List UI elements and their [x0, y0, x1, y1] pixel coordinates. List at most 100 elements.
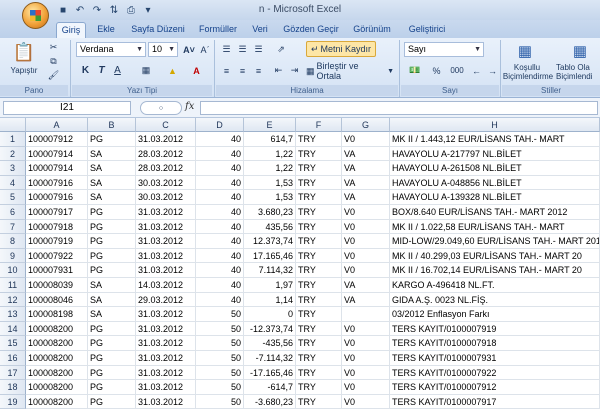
format-as-table-label-1[interactable]: Tablo Ola	[556, 63, 600, 72]
cell-a[interactable]: 100007922	[26, 248, 88, 264]
cell-a[interactable]: 100008200	[26, 351, 88, 366]
cell-f[interactable]: TRY	[296, 307, 342, 322]
cell-c[interactable]: 31.03.2012	[136, 321, 196, 337]
cell-b[interactable]: PG	[88, 132, 136, 147]
row-header[interactable]: 12	[0, 292, 26, 308]
cell-e[interactable]: 7.114,32	[244, 263, 296, 278]
column-header-e[interactable]: E	[244, 118, 296, 132]
spreadsheet-grid[interactable]: A B C D E F G H 1 100007912 PG 31.03.2012 40 614,7 TRY…	[0, 118, 600, 410]
cell-a[interactable]: 100008198	[26, 307, 88, 322]
orientation-icon[interactable]: ⇗	[272, 43, 290, 56]
column-header-a[interactable]: A	[26, 118, 88, 132]
cell-e[interactable]: 1,22	[244, 161, 296, 176]
cell-c[interactable]: 31.03.2012	[136, 380, 196, 395]
select-all-corner[interactable]	[0, 118, 26, 132]
increase-decimal-icon[interactable]: ←	[470, 64, 483, 77]
cell-a[interactable]: 100007917	[26, 205, 88, 220]
cell-g[interactable]: VA	[342, 175, 390, 191]
font-color-icon[interactable]: A	[190, 64, 203, 77]
row-header[interactable]: 17	[0, 365, 26, 381]
cell-h[interactable]: MK II / 1.443,12 EUR/LİSANS TAH.- MART	[390, 132, 600, 147]
merge-center-button[interactable]: ▦ Birleştir ve Ortala ▼	[306, 61, 394, 81]
cell-f[interactable]: TRY	[296, 234, 342, 249]
cell-g[interactable]: V0	[342, 336, 390, 351]
row-header[interactable]: 18	[0, 380, 26, 395]
cell-f[interactable]: TRY	[296, 336, 342, 351]
cell-g[interactable]: V0	[342, 234, 390, 249]
cell-c[interactable]: 31.03.2012	[136, 219, 196, 235]
cell-f[interactable]: TRY	[296, 394, 342, 410]
row-header[interactable]: 3	[0, 161, 26, 176]
cell-b[interactable]: SA	[88, 292, 136, 308]
cell-b[interactable]: PG	[88, 234, 136, 249]
cell-g[interactable]: VA	[342, 146, 390, 162]
column-header-b[interactable]: B	[88, 118, 136, 132]
cell-b[interactable]: PG	[88, 219, 136, 235]
cell-c[interactable]: 31.03.2012	[136, 234, 196, 249]
align-right-icon[interactable]: ≡	[252, 64, 265, 77]
name-box[interactable]: I21	[3, 101, 131, 115]
row-header[interactable]: 10	[0, 263, 26, 278]
cell-c[interactable]: 28.03.2012	[136, 161, 196, 176]
cell-c[interactable]: 29.03.2012	[136, 292, 196, 308]
cell-h[interactable]: BOX/8.640 EUR/LİSANS TAH.- MART 2012	[390, 205, 600, 220]
format-as-table-label-2[interactable]: Biçimlendi	[556, 72, 600, 81]
cell-c[interactable]: 31.03.2012	[136, 351, 196, 366]
cell-f[interactable]: TRY	[296, 278, 342, 293]
cell-f[interactable]: TRY	[296, 263, 342, 278]
tab-veri[interactable]: Veri	[248, 22, 272, 38]
cell-f[interactable]: TRY	[296, 292, 342, 308]
column-header-f[interactable]: F	[296, 118, 342, 132]
cell-a[interactable]: 100007916	[26, 190, 88, 205]
conditional-formatting-label-2[interactable]: Biçimlendirme	[502, 72, 554, 81]
font-name-select[interactable]: Verdana ▼	[76, 42, 146, 57]
row-header[interactable]: 2	[0, 146, 26, 162]
cell-a[interactable]: 100007918	[26, 219, 88, 235]
number-format-select[interactable]: Sayı ▼	[404, 42, 484, 57]
shrink-font-icon[interactable]: Aˊ	[198, 43, 212, 56]
align-left-icon[interactable]: ≡	[220, 64, 233, 77]
cell-c[interactable]: 31.03.2012	[136, 394, 196, 410]
cell-a[interactable]: 100007912	[26, 132, 88, 147]
cell-d[interactable]: 50	[196, 365, 244, 381]
cell-e[interactable]: 435,56	[244, 219, 296, 235]
cell-b[interactable]: PG	[88, 365, 136, 381]
row-header[interactable]: 19	[0, 394, 26, 410]
cell-g[interactable]: V0	[342, 263, 390, 278]
cell-d[interactable]: 40	[196, 292, 244, 308]
column-header-d[interactable]: D	[196, 118, 244, 132]
cell-g[interactable]: V0	[342, 205, 390, 220]
cell-c[interactable]: 30.03.2012	[136, 190, 196, 205]
row-header[interactable]: 8	[0, 234, 26, 249]
cell-f[interactable]: TRY	[296, 365, 342, 381]
align-top-icon[interactable]: ☰	[220, 43, 233, 56]
cell-h[interactable]: KARGO A-496418 NL.FT.	[390, 278, 600, 293]
cell-f[interactable]: TRY	[296, 132, 342, 147]
cell-h[interactable]: HAVAYOLU A-048856 NL.BİLET	[390, 175, 600, 191]
insert-function-icon[interactable]: fx	[185, 101, 194, 112]
align-center-icon[interactable]: ≡	[236, 64, 249, 77]
cell-h[interactable]: MID-LOW/29.049,60 EUR/LİSANS TAH.- MART …	[390, 234, 600, 249]
cell-b[interactable]: SA	[88, 190, 136, 205]
row-header[interactable]: 6	[0, 205, 26, 220]
column-header-c[interactable]: C	[136, 118, 196, 132]
cell-a[interactable]: 100007914	[26, 161, 88, 176]
cell-a[interactable]: 100008200	[26, 321, 88, 337]
tab-gelistirici[interactable]: Geliştirici	[402, 22, 452, 38]
percent-button[interactable]: %	[430, 64, 443, 77]
cell-b[interactable]: SA	[88, 307, 136, 322]
cell-d[interactable]: 50	[196, 336, 244, 351]
formula-input[interactable]	[200, 101, 598, 115]
cell-c[interactable]: 30.03.2012	[136, 175, 196, 191]
cell-e[interactable]: 1,14	[244, 292, 296, 308]
cell-e[interactable]: 1,97	[244, 278, 296, 293]
cell-a[interactable]: 100008039	[26, 278, 88, 293]
cell-g[interactable]: V0	[342, 365, 390, 381]
office-button[interactable]	[22, 2, 49, 29]
cell-h[interactable]: TERS KAYIT/0100007919	[390, 321, 600, 337]
font-size-select[interactable]: 10 ▼	[148, 42, 178, 57]
cell-a[interactable]: 100008200	[26, 336, 88, 351]
cell-e[interactable]: -7.114,32	[244, 351, 296, 366]
cell-a[interactable]: 100007916	[26, 175, 88, 191]
cell-c[interactable]: 31.03.2012	[136, 307, 196, 322]
